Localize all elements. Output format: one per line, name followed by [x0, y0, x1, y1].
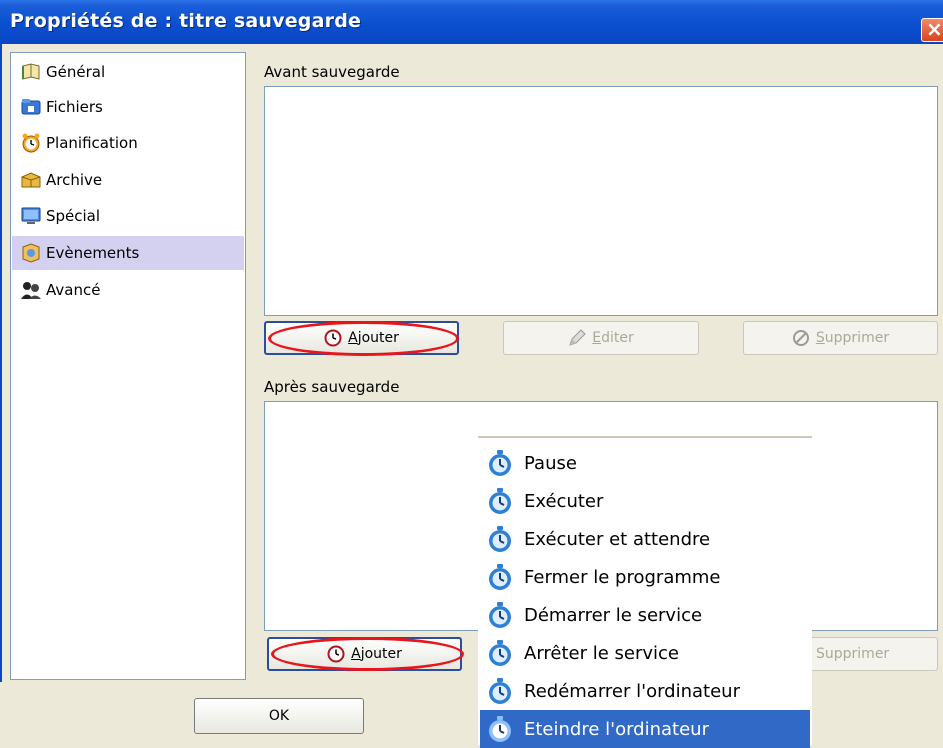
- folder-icon: [20, 97, 42, 117]
- monitor-icon: [20, 206, 42, 226]
- sidebar-item-scheduling[interactable]: Planification: [12, 126, 244, 160]
- stopwatch-icon: [489, 640, 511, 666]
- after-delete-label: Supprimer: [816, 646, 890, 662]
- sidebar-item-files[interactable]: Fichiers: [12, 90, 244, 124]
- sidebar-item-label: Archive: [46, 171, 103, 189]
- stopwatch-icon: [489, 450, 511, 476]
- sidebar: Général Fichiers Planification Archive S…: [10, 52, 246, 680]
- stopwatch-icon: [489, 526, 511, 552]
- sidebar-item-advanced[interactable]: Avancé: [12, 273, 244, 307]
- after-backup-label: Après sauvegarde: [264, 378, 400, 396]
- menu-item-label: Pause: [524, 452, 577, 474]
- menu-item-label: Démarrer le service: [524, 604, 703, 626]
- before-add-label: Ajouter: [348, 330, 399, 346]
- sidebar-item-label: Spécial: [46, 207, 101, 225]
- sidebar-item-archive[interactable]: Archive: [12, 163, 244, 197]
- clock-icon: [324, 329, 342, 347]
- window-title: Propriétés de : titre sauvegarde: [10, 10, 362, 32]
- menu-item-label: Arrêter le service: [524, 642, 680, 664]
- menu-item-label: Fermer le programme: [524, 566, 721, 588]
- before-delete-button[interactable]: Supprimer: [743, 321, 938, 355]
- stopwatch-icon: [489, 716, 511, 742]
- menu-item-close-program[interactable]: Fermer le programme: [480, 558, 810, 596]
- sidebar-item-label: Avancé: [46, 281, 101, 299]
- before-delete-label: Supprimer: [815, 330, 890, 346]
- sidebar-item-label: Général: [46, 63, 106, 81]
- menu-item-label: Exécuter et attendre: [524, 528, 711, 550]
- title-bar: Propriétés de : titre sauvegarde: [0, 0, 943, 44]
- before-backup-list[interactable]: [264, 86, 938, 316]
- stopwatch-icon: [489, 488, 511, 514]
- context-menu: Pause Exécuter Exécuter et attendre Ferm…: [478, 436, 812, 748]
- before-backup-label: Avant sauvegarde: [264, 63, 400, 81]
- close-button[interactable]: ×: [921, 17, 943, 42]
- forbidden-icon: [792, 329, 810, 347]
- sidebar-item-label: Planification: [46, 134, 138, 152]
- menu-item-restart-computer[interactable]: Redémarrer l'ordinateur: [480, 672, 810, 710]
- menu-item-stop-service[interactable]: Arrêter le service: [480, 634, 810, 672]
- menu-item-start-service[interactable]: Démarrer le service: [480, 596, 810, 634]
- stopwatch-icon: [489, 564, 511, 590]
- people-icon: [20, 280, 42, 300]
- sidebar-item-label: Evènements: [46, 244, 140, 262]
- sidebar-item-general[interactable]: Général: [12, 55, 244, 89]
- edit-icon: [568, 329, 586, 347]
- stopwatch-icon: [489, 602, 511, 628]
- before-add-button[interactable]: Ajouter: [264, 321, 459, 355]
- after-add-button[interactable]: Ajouter: [267, 637, 462, 671]
- sidebar-item-special[interactable]: Spécial: [12, 199, 244, 233]
- close-icon: ×: [926, 17, 943, 41]
- menu-item-label: Eteindre l'ordinateur: [524, 718, 709, 740]
- stopwatch-icon: [489, 678, 511, 704]
- after-add-label: Ajouter: [351, 646, 402, 662]
- before-edit-button[interactable]: Editer: [503, 321, 699, 355]
- events-icon: [20, 243, 42, 263]
- clock-icon: [327, 645, 345, 663]
- alarm-clock-icon: [20, 133, 42, 153]
- menu-item-pause[interactable]: Pause: [480, 444, 810, 482]
- menu-item-label: Redémarrer l'ordinateur: [524, 680, 740, 702]
- menu-item-execute[interactable]: Exécuter: [480, 482, 810, 520]
- archive-box-icon: [20, 170, 42, 190]
- sidebar-item-label: Fichiers: [46, 98, 103, 116]
- ok-button[interactable]: OK: [194, 698, 364, 734]
- menu-item-shutdown-computer[interactable]: Eteindre l'ordinateur: [480, 710, 810, 748]
- sidebar-item-events[interactable]: Evènements: [12, 236, 244, 270]
- before-edit-label: Editer: [592, 330, 634, 346]
- menu-item-label: Exécuter: [524, 490, 604, 512]
- menu-item-execute-wait[interactable]: Exécuter et attendre: [480, 520, 810, 558]
- book-icon: [20, 62, 42, 82]
